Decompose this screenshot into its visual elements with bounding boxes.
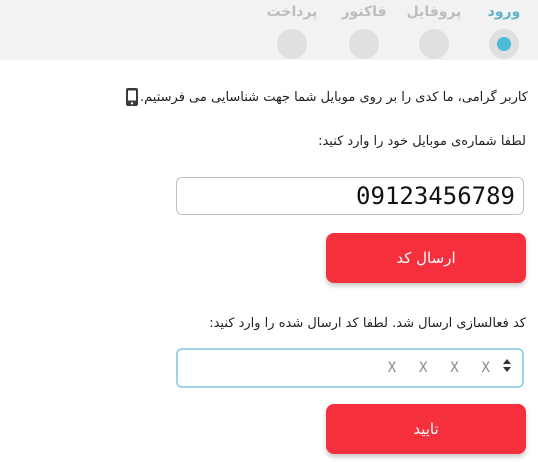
- step-label: فاکتور: [341, 4, 387, 20]
- mobile-icon: [126, 88, 139, 106]
- step-indicator: [277, 29, 307, 59]
- verification-code-input[interactable]: [318, 350, 498, 386]
- step-label: ورود: [487, 4, 521, 20]
- checkout-steps: ورود پروفایل فاکتور پرداخت: [0, 0, 538, 60]
- step-indicator: [349, 29, 379, 59]
- confirm-button[interactable]: تایید: [326, 404, 526, 454]
- mobile-label: لطفا شماره‌ی موبایل خود را وارد کنید:: [318, 134, 526, 149]
- step-label: پرداخت: [266, 4, 318, 20]
- code-label: کد فعالسازی ارسال شد. لطفا کد ارسال شده …: [209, 316, 526, 331]
- spin-up-icon[interactable]: [503, 359, 511, 364]
- code-field[interactable]: [176, 348, 524, 388]
- send-code-button[interactable]: ارسال کد: [326, 233, 526, 283]
- step-invoice[interactable]: فاکتور: [334, 3, 394, 59]
- spin-down-icon[interactable]: [503, 367, 511, 372]
- info-message: کاربر گرامی، ما کدی را بر روی موبایل شما…: [116, 86, 528, 108]
- step-login[interactable]: ورود: [474, 3, 534, 59]
- step-profile[interactable]: پروفایل: [404, 3, 464, 59]
- step-indicator: [419, 29, 449, 59]
- step-payment[interactable]: پرداخت: [262, 3, 322, 59]
- number-spinner[interactable]: [501, 356, 513, 380]
- step-indicator: [489, 29, 519, 59]
- info-text: کاربر گرامی، ما کدی را بر روی موبایل شما…: [140, 89, 528, 105]
- mobile-number-input[interactable]: 09123456789: [176, 177, 524, 215]
- step-label: پروفایل: [406, 4, 462, 20]
